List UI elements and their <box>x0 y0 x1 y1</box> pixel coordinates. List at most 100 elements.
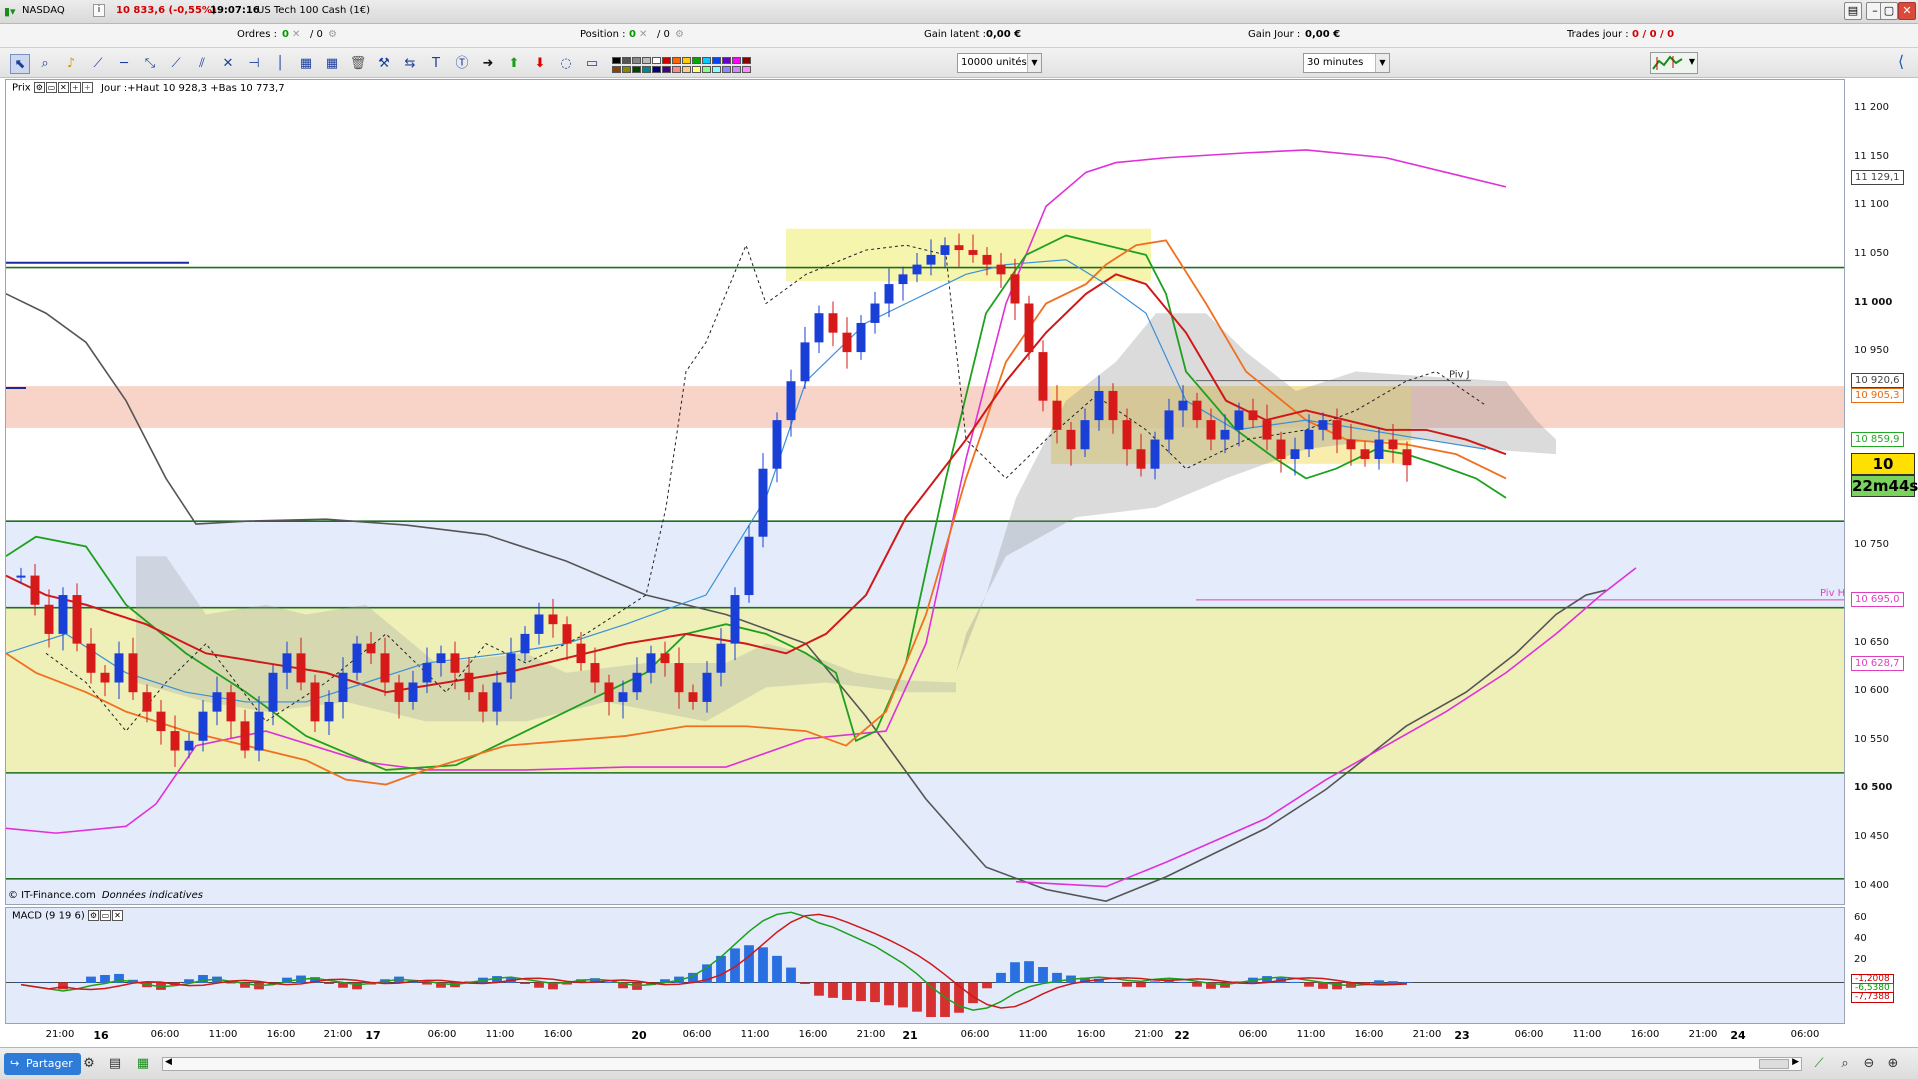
delete-icon[interactable]: 🗑 <box>348 54 368 74</box>
rectangle-icon[interactable]: ▭ <box>582 54 602 74</box>
candle-body <box>618 692 628 702</box>
color-swatch[interactable] <box>642 66 651 73</box>
zoom-icon[interactable]: ⌕ <box>35 54 55 74</box>
color-swatch[interactable] <box>612 57 621 64</box>
color-swatch[interactable] <box>692 57 701 64</box>
channel-icon[interactable]: ⫽ <box>192 54 212 74</box>
color-swatch[interactable] <box>692 66 701 73</box>
callout-icon[interactable]: Ⓣ <box>452 54 472 74</box>
color-swatch[interactable] <box>732 57 741 64</box>
ruler-icon[interactable]: ⟋ <box>88 54 108 74</box>
units-select[interactable]: 10000 unités ▼ <box>957 53 1042 73</box>
indicators-icon[interactable]: ▦ <box>134 1055 152 1073</box>
color-swatch[interactable] <box>662 57 671 64</box>
color-swatch[interactable] <box>742 57 751 64</box>
layout-icon[interactable]: ▤ <box>1844 2 1862 20</box>
color-swatch[interactable] <box>612 66 621 73</box>
macd-axis-tag: -7,7388 <box>1851 991 1894 1003</box>
time-axis-label: 11:00 <box>1296 1029 1326 1040</box>
close-circle-icon[interactable]: ✕ <box>57 82 69 93</box>
price-plot[interactable]: Piv J Piv H Prix ⚙ ▭ ✕ + + Jour :+Haut 10 928… <box>5 79 1845 905</box>
color-swatch[interactable] <box>652 66 661 73</box>
price-axis[interactable]: 10 833,6 22m44s 11 200 11 150 11 100 11 050… <box>1846 79 1918 1024</box>
color-swatch[interactable] <box>702 66 711 73</box>
ray-icon[interactable]: ⟋ <box>166 54 186 74</box>
color-swatch[interactable] <box>742 66 751 73</box>
chart-type-select[interactable]: ▼ <box>1650 52 1698 74</box>
market-name[interactable]: NASDAQ <box>22 5 65 16</box>
color-swatch[interactable] <box>722 66 731 73</box>
text-icon[interactable]: T <box>426 54 446 74</box>
color-swatch[interactable] <box>712 57 721 64</box>
alert-bell-icon[interactable]: ♪ <box>61 54 81 74</box>
grid-icon[interactable]: ▦ <box>322 54 342 74</box>
color-swatch[interactable] <box>682 66 691 73</box>
arrow-up-icon[interactable]: ⬆ <box>504 54 524 74</box>
vertical-line-icon[interactable]: ⊣ <box>244 54 264 74</box>
ellipse-icon[interactable]: │ <box>270 54 290 74</box>
candle-body <box>1276 439 1286 459</box>
macd-histogram-bar <box>1010 962 1020 983</box>
price-axis-label: 10 950 <box>1854 345 1889 357</box>
magnet-icon[interactable]: ⚒ <box>374 54 394 74</box>
time-axis-label: 16:00 <box>1354 1029 1384 1040</box>
collapse-panel-icon[interactable]: ⟨ <box>1898 52 1904 71</box>
color-swatch[interactable] <box>732 66 741 73</box>
color-swatch[interactable] <box>722 57 731 64</box>
color-swatch[interactable] <box>682 57 691 64</box>
cursor-icon[interactable]: ⬉ <box>10 54 30 74</box>
add-study-icon[interactable]: + <box>81 82 93 93</box>
arrow-right-icon[interactable]: ➜ <box>478 54 498 74</box>
scroll-right-icon[interactable]: ▶ <box>1792 1057 1799 1067</box>
color-swatch[interactable] <box>662 66 671 73</box>
settings-icon[interactable]: ⚙ <box>87 910 99 921</box>
color-swatch[interactable] <box>642 57 651 64</box>
save-icon[interactable]: ▤ <box>106 1055 124 1073</box>
candle-body <box>44 604 54 634</box>
orders-x-icon[interactable]: ✕ <box>292 29 300 40</box>
window-icon[interactable]: ▭ <box>45 82 57 93</box>
info-icon[interactable]: i <box>93 4 105 17</box>
scroll-left-icon[interactable]: ◀ <box>165 1057 172 1067</box>
arrow-down-icon[interactable]: ⬇ <box>530 54 550 74</box>
color-swatch[interactable] <box>712 66 721 73</box>
color-swatch[interactable] <box>622 57 631 64</box>
orders-link-icon[interactable]: ⚙ <box>328 29 337 40</box>
window-icon[interactable]: ▭ <box>99 910 111 921</box>
color-swatch[interactable] <box>632 66 641 73</box>
position-link-icon[interactable]: ⚙ <box>675 29 684 40</box>
position-x-icon[interactable]: ✕ <box>639 29 647 40</box>
arrows-icon[interactable]: ⇆ <box>400 54 420 74</box>
macd-plot[interactable]: MACD (9 19 6) ⚙ ▭ ✕ <box>5 907 1845 1024</box>
color-swatch[interactable] <box>672 57 681 64</box>
zoom-out-icon[interactable]: ⊖ <box>1860 1055 1878 1073</box>
add-indicator-icon[interactable]: + <box>69 82 81 93</box>
lasso-icon[interactable]: ◌ <box>556 54 576 74</box>
candle-body <box>940 245 950 255</box>
maximize-icon[interactable]: ▢ <box>1880 2 1898 20</box>
position-count[interactable]: 0 <box>629 29 636 40</box>
time-scrollbar[interactable]: ◀ ▶ <box>162 1057 1802 1071</box>
zoom-in-icon[interactable]: ⊕ <box>1884 1055 1902 1073</box>
color-swatch[interactable] <box>702 57 711 64</box>
fibonacci-icon[interactable]: ✕ <box>218 54 238 74</box>
period-select[interactable]: 30 minutes ▼ <box>1303 53 1390 73</box>
color-swatch[interactable] <box>672 66 681 73</box>
close-icon[interactable]: ✕ <box>1898 2 1916 20</box>
color-swatch[interactable] <box>652 57 661 64</box>
settings-icon[interactable]: ⚙ <box>33 82 45 93</box>
close-circle-icon[interactable]: ✕ <box>111 910 123 921</box>
color-swatch[interactable] <box>632 57 641 64</box>
layout-settings-icon[interactable]: ⚙ <box>80 1055 98 1073</box>
orders-count[interactable]: 0 <box>282 29 289 40</box>
color-swatch[interactable] <box>622 66 631 73</box>
trendline-icon[interactable]: ⤡ <box>140 54 160 74</box>
candle-body <box>212 692 222 712</box>
chart-style-icon[interactable]: ⟋ <box>1810 1055 1828 1073</box>
scroll-thumb[interactable] <box>1759 1059 1789 1069</box>
market-icon[interactable]: ▮▾ <box>4 5 16 18</box>
horizontal-line-icon[interactable]: ─ <box>114 54 134 74</box>
share-button[interactable]: ↪ Partager <box>4 1053 81 1075</box>
zoom-fit-icon[interactable]: ⌕ <box>1836 1055 1854 1073</box>
arc-icon[interactable]: ▦ <box>296 54 316 74</box>
